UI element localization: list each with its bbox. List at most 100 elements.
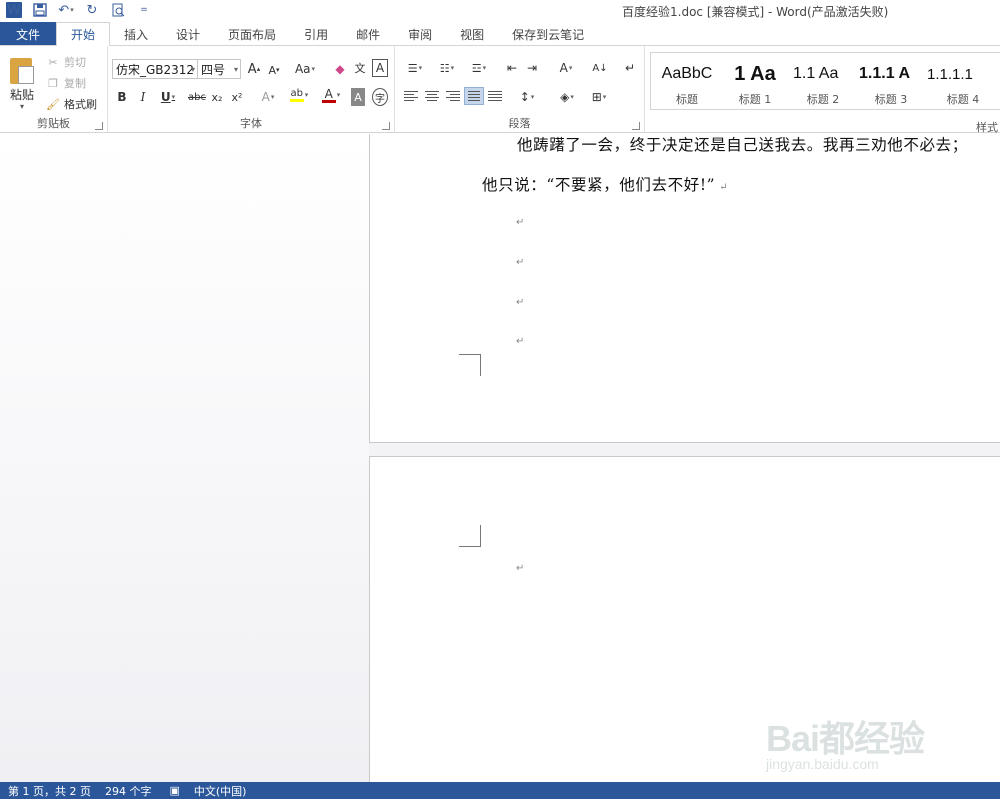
align-right-button[interactable] <box>443 87 463 105</box>
style-heading-1[interactable]: 1 Aa 标题 1 <box>721 53 789 109</box>
document-line-1[interactable]: 他踌躇了一会，终于决定还是自己送我去。我再三劝他不必去； <box>517 134 968 155</box>
multilevel-list-icon[interactable]: ☲ ▾ <box>465 59 493 77</box>
line-spacing-icon[interactable]: ↕ ▾ <box>513 88 541 106</box>
character-border-icon[interactable]: A <box>372 59 388 77</box>
highlighter-icon: ab <box>290 87 303 99</box>
tab-view[interactable]: 视图 <box>446 22 498 46</box>
text-boundary-corner <box>459 525 481 547</box>
align-center-button[interactable] <box>422 87 442 105</box>
paste-icon[interactable] <box>8 54 36 84</box>
align-left-button[interactable] <box>401 87 421 105</box>
tab-insert[interactable]: 插入 <box>110 22 162 46</box>
style-preview: AaBbC <box>661 65 713 82</box>
numbering-icon[interactable]: ☷ ▾ <box>433 59 461 77</box>
change-case-button[interactable]: Aa ▾ <box>290 60 320 78</box>
cut-label: 剪切 <box>64 56 86 69</box>
paste-button[interactable]: 粘贴 <box>10 86 34 103</box>
format-painter-button[interactable]: 🖌 格式刷 <box>46 96 97 112</box>
bullets-icon[interactable]: ☰ ▾ <box>401 59 429 77</box>
page-count[interactable]: 第 1 页，共 2 页 <box>8 783 91 799</box>
title-bar: W ↶ ▾ ↻ = 百度经验1.doc [兼容模式] - Word(产品激活失败) <box>0 0 1000 22</box>
text-effects-icon[interactable]: A ▾ <box>256 88 280 106</box>
style-preview: 1 Aa <box>734 62 776 85</box>
superscript-button[interactable]: x² <box>229 88 245 106</box>
style-heading-3[interactable]: 1.1.1 A 标题 3 <box>857 53 925 109</box>
underline-button[interactable]: U ▾ <box>155 88 181 106</box>
tab-mailings[interactable]: 邮件 <box>342 22 394 46</box>
scissors-icon: ✂ <box>48 55 58 69</box>
shading-icon[interactable]: ◈ ▾ <box>553 88 581 106</box>
style-preview: 1.1.1.1 <box>927 65 973 83</box>
page-1[interactable]: 他踌躇了一会，终于决定还是自己送我去。我再三劝他不必去； 他只说：“不要紧，他们… <box>369 134 1000 443</box>
paste-dropdown-icon[interactable]: ▾ <box>20 102 24 111</box>
subscript-button[interactable]: x₂ <box>209 88 225 106</box>
bold-button[interactable]: B <box>114 88 130 106</box>
clipboard-launcher-icon[interactable] <box>95 122 103 130</box>
status-bar: 第 1 页，共 2 页 294 个字 ▣ 中文(中国) <box>0 782 1000 799</box>
style-title[interactable]: AaBbC 标题 <box>653 53 721 109</box>
font-color-button[interactable]: A ▾ <box>318 86 344 104</box>
phonetic-guide-icon[interactable]: 文 <box>352 59 368 77</box>
clear-format-icon[interactable]: ◆ <box>332 60 348 78</box>
tab-design[interactable]: 设计 <box>162 22 214 46</box>
customize-qat-icon[interactable]: = <box>136 2 152 18</box>
word-count[interactable]: 294 个字 <box>105 783 152 799</box>
document-line-2[interactable]: 他只说：“不要紧，他们去不好!” ↵ <box>482 173 728 195</box>
style-heading-2[interactable]: 1.1 Aa 标题 2 <box>789 53 857 109</box>
strikethrough-button[interactable]: abc <box>186 88 208 106</box>
chevron-down-icon: ▾ <box>233 64 238 74</box>
show-marks-icon[interactable]: ↵ <box>621 59 639 77</box>
baidu-watermark-logo: Bai都经验 jingyan.baidu.com <box>766 690 976 780</box>
word-logo-icon[interactable]: W <box>6 2 22 18</box>
font-launcher-icon[interactable] <box>382 122 390 130</box>
style-name: 标题 1 <box>738 93 772 106</box>
copy-label: 复制 <box>64 77 86 90</box>
language-indicator[interactable]: 中文(中国) <box>194 783 247 799</box>
format-painter-label: 格式刷 <box>64 98 97 111</box>
style-preview: 1.1 Aa <box>793 65 839 82</box>
tab-cloud-notes[interactable]: 保存到云笔记 <box>498 22 598 46</box>
highlight-color-button[interactable]: ab ▾ <box>286 86 312 104</box>
tab-layout[interactable]: 页面布局 <box>214 22 290 46</box>
justify-button[interactable] <box>464 87 484 105</box>
style-heading-4[interactable]: 1.1.1.1 标题 4 <box>925 53 1000 109</box>
style-name: 标题 2 <box>806 93 840 106</box>
tab-file[interactable]: 文件 <box>0 22 56 46</box>
borders-icon[interactable]: ⊞ ▾ <box>585 88 613 106</box>
decrease-indent-icon[interactable]: ⇤ <box>503 59 521 77</box>
enclose-characters-icon[interactable]: 字 <box>372 88 388 106</box>
tab-home[interactable]: 开始 <box>56 22 111 46</box>
left-blank-area <box>0 134 369 782</box>
ribbon-tabs: 文件 开始 插入 设计 页面布局 引用 邮件 审阅 视图 保存到云笔记 <box>0 22 1000 46</box>
shrink-font-button[interactable]: A ▾ <box>266 61 282 79</box>
print-preview-icon[interactable] <box>110 2 126 18</box>
paragraph-launcher-icon[interactable] <box>632 122 640 130</box>
chinese-layout-icon[interactable]: A ▾ <box>553 59 579 77</box>
character-shading-icon[interactable]: A <box>351 88 365 106</box>
window-title: 百度经验1.doc [兼容模式] - Word(产品激活失败) <box>622 5 889 19</box>
grow-font-button[interactable]: A ▴ <box>246 60 262 78</box>
proofing-icon[interactable]: ▣ <box>169 784 179 797</box>
watermark-main: Bai都经验 <box>766 718 925 759</box>
redo-icon[interactable]: ↻ <box>84 2 100 18</box>
paragraph-mark: ↵ <box>719 182 729 193</box>
font-size-select[interactable]: 四号 ▾ <box>197 59 241 79</box>
font-size-value: 四号 <box>201 62 226 77</box>
line-2-text: 他只说：“不要紧，他们去不好!” <box>482 176 716 194</box>
italic-button[interactable]: I <box>135 88 151 106</box>
undo-icon[interactable]: ↶ ▾ <box>58 2 74 18</box>
style-name: 标题 4 <box>946 93 980 106</box>
copy-button[interactable]: ❐ 复制 <box>46 75 86 91</box>
distribute-button[interactable] <box>485 87 505 105</box>
cut-button[interactable]: ✂ 剪切 <box>46 54 86 70</box>
save-icon[interactable] <box>32 2 48 18</box>
tab-references[interactable]: 引用 <box>290 22 342 46</box>
sort-icon[interactable]: A↓ <box>591 59 609 77</box>
tab-review[interactable]: 审阅 <box>394 22 446 46</box>
style-preview: 1.1.1 A <box>859 65 910 82</box>
paragraph-mark: ↵ <box>516 336 525 347</box>
paragraph-mark: ↵ <box>516 217 525 228</box>
font-name-select[interactable]: 仿宋_GB2312 ▾ <box>112 59 198 79</box>
paragraph-group: ☰ ▾ ☷ ▾ ☲ ▾ ⇤ ⇥ A ▾ A↓ ↵ ↕ ▾ ◈ ▾ ⊞ ▾ 段落 <box>395 46 645 133</box>
increase-indent-icon[interactable]: ⇥ <box>523 59 541 77</box>
